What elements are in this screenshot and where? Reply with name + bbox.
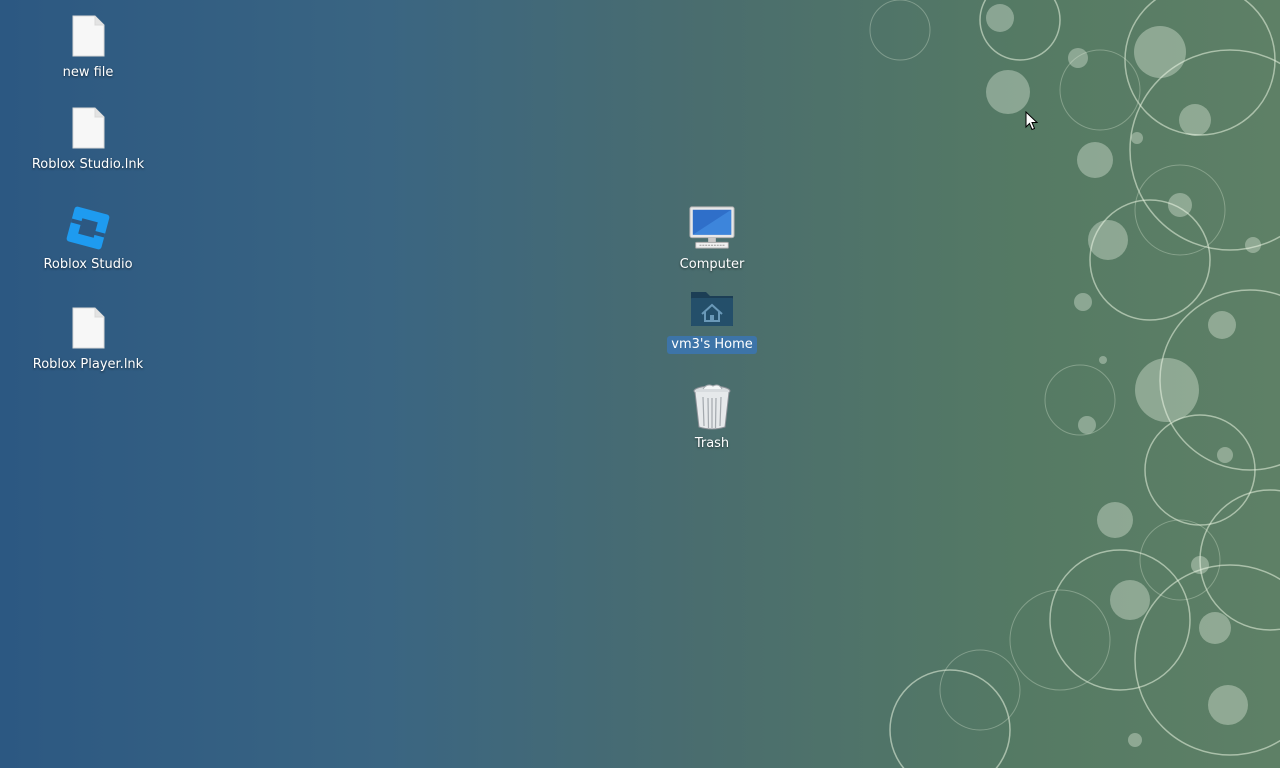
desktop-icon-roblox-studio[interactable]: Roblox Studio <box>23 204 153 274</box>
trash-bin-icon <box>688 383 736 431</box>
desktop-icon-label: vm3's Home <box>667 336 757 354</box>
blank-file-icon <box>64 104 112 152</box>
home-folder-icon <box>688 284 736 332</box>
desktop[interactable]: new file Roblox Studio.lnk Roblox Studio <box>0 0 1280 768</box>
mouse-pointer-icon <box>1025 111 1039 131</box>
desktop-icon-label: Roblox Player.lnk <box>32 357 144 372</box>
computer-monitor-icon <box>688 204 736 252</box>
roblox-studio-icon <box>64 204 112 252</box>
desktop-icon-trash[interactable]: Trash <box>647 383 777 453</box>
desktop-icon-new-file[interactable]: new file <box>23 12 153 82</box>
desktop-icon-roblox-player-lnk[interactable]: Roblox Player.lnk <box>23 304 153 374</box>
desktop-icon-label: Roblox Studio <box>43 257 133 272</box>
wallpaper-swirl-art <box>869 0 1280 768</box>
desktop-icon-computer[interactable]: Computer <box>647 204 777 274</box>
desktop-icon-label: Computer <box>679 257 745 272</box>
desktop-icon-label: Roblox Studio.lnk <box>31 157 145 172</box>
desktop-icon-roblox-studio-lnk[interactable]: Roblox Studio.lnk <box>23 104 153 174</box>
desktop-icon-home-folder[interactable]: vm3's Home <box>647 284 777 354</box>
desktop-icon-label: Trash <box>694 436 730 451</box>
desktop-icon-label: new file <box>62 65 114 80</box>
blank-file-icon <box>64 304 112 352</box>
blank-file-icon <box>64 12 112 60</box>
